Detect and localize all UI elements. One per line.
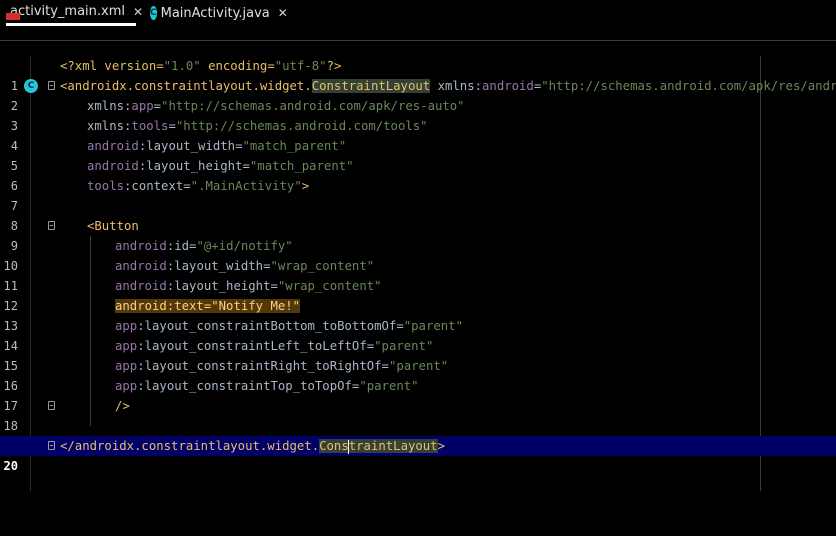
code-line[interactable]: 7 tools:context=".MainActivity"> (0, 176, 836, 213)
code-line[interactable]: 2 C <androidx.constraintlayout.widget.Co… (0, 76, 836, 113)
code-line[interactable]: 13 android:text="Notify Me!" (0, 296, 836, 333)
tab-main-activity-java[interactable]: C MainActivity.java ✕ (150, 0, 288, 26)
code-line[interactable]: 4 xmlns:tools="http://schemas.android.co… (0, 116, 836, 153)
fold-marker-icon[interactable] (48, 441, 55, 450)
search-highlight: android:text="Notify Me!" (115, 299, 301, 313)
fold-marker-icon[interactable] (48, 81, 55, 90)
code-line[interactable]: 6 android:layout_height="match_parent" (0, 156, 836, 193)
close-icon[interactable]: ✕ (133, 5, 143, 19)
tab-label: MainActivity.java (160, 5, 270, 21)
code-line[interactable]: 15 app:layout_constraintLeft_toLeftOf="p… (0, 336, 836, 373)
code-line[interactable]: 17 app:layout_constraintTop_toTopOf="par… (0, 376, 836, 413)
code-line[interactable]: 18 /> (0, 396, 836, 433)
class-c-icon[interactable]: C (24, 79, 38, 93)
code-editor[interactable]: 1 <?xml version="1.0" encoding="utf-8"?>… (0, 56, 836, 473)
code-line[interactable]: 11 android:layout_width="wrap_content" (0, 256, 836, 293)
code-line[interactable]: 9 <Button (0, 216, 836, 253)
fold-marker-icon[interactable] (48, 401, 55, 410)
fold-marker-icon[interactable] (48, 221, 55, 230)
code-line[interactable]: 5 android:layout_width="match_parent" (0, 136, 836, 173)
tab-activity-main-xml[interactable]: activity_main.xml ✕ (6, 0, 143, 26)
code-line[interactable]: 14 app:layout_constraintBottom_toBottomO… (0, 316, 836, 353)
code-line[interactable]: 16 app:layout_constraintRight_toRightOf=… (0, 356, 836, 393)
line-number: 20 (3, 459, 18, 473)
code-line[interactable]: 1 <?xml version="1.0" encoding="utf-8"?> (0, 56, 836, 93)
code-line[interactable]: 12 android:layout_height="wrap_content" (0, 276, 836, 313)
toolbar-divider (0, 40, 836, 41)
close-icon[interactable]: ✕ (278, 6, 288, 20)
editor-tab-bar: activity_main.xml ✕ C MainActivity.java … (0, 0, 836, 26)
code-line[interactable]: 10 android:id="@+id/notify" (0, 236, 836, 273)
tab-label: activity_main.xml (10, 4, 126, 19)
class-c-icon: C (150, 6, 157, 20)
code-line[interactable]: 8 (0, 196, 836, 233)
code-line[interactable]: 3 xmlns:app="http://schemas.android.com/… (0, 96, 836, 133)
code-line[interactable]: 19 (0, 416, 836, 453)
current-code-line[interactable]: 20 </androidx.constraintlayout.widget.Co… (0, 436, 836, 473)
